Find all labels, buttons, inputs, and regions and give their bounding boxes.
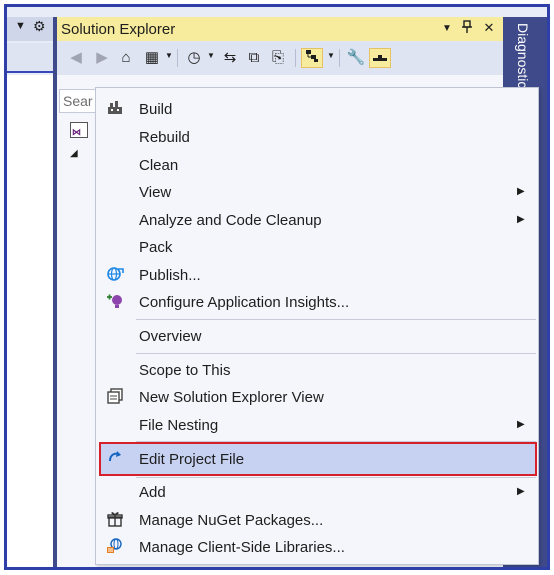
new-explorer-view-icon	[104, 387, 126, 407]
submenu-arrow-icon: ▶	[517, 214, 525, 225]
solution-icon[interactable]: ⋈	[70, 122, 88, 138]
pin-icon[interactable]	[459, 20, 475, 37]
editor-area[interactable]	[7, 75, 53, 567]
menu-item-configure-application-insights[interactable]: Configure Application Insights...	[96, 289, 538, 316]
switch-views-dropdown-icon[interactable]: ▼	[165, 51, 173, 60]
publish-globe-icon	[104, 265, 126, 285]
back-icon[interactable]: ◀	[65, 48, 87, 68]
sync-with-active-document-icon[interactable]: ⇆	[219, 48, 241, 68]
submenu-arrow-icon: ▶	[517, 419, 525, 430]
preview-selected-items-icon[interactable]	[301, 48, 323, 68]
menu-item-label: Edit Project File	[139, 451, 245, 468]
nuget-package-icon	[104, 510, 126, 530]
menu-item-analyze-and-code-cleanup[interactable]: Analyze and Code Cleanup ▶	[96, 207, 538, 234]
menu-item-overview[interactable]: Overview	[96, 323, 538, 350]
menu-item-label: Rebuild	[139, 129, 190, 146]
menu-item-label: Pack	[139, 239, 173, 256]
solution-explorer-title: Solution Explorer	[61, 21, 176, 38]
toolbar-separator	[177, 49, 178, 67]
close-icon[interactable]: ✕	[481, 20, 497, 36]
forward-icon[interactable]: ▶	[91, 48, 113, 68]
ide-window: ▼ ⚙ Solution Explorer ▼ ✕ ◀ ▶ ⌂ ▦ ▼ ◷ ▼ …	[4, 4, 550, 570]
gear-icon[interactable]: ⚙	[33, 18, 46, 35]
menu-item-pack[interactable]: Pack	[96, 234, 538, 261]
submenu-arrow-icon: ▶	[517, 486, 525, 497]
menu-item-add[interactable]: Add ▶	[96, 479, 538, 506]
menu-item-label: View	[139, 184, 172, 201]
menu-item-label: File Nesting	[139, 417, 219, 434]
solution-explorer-toolbar: ◀ ▶ ⌂ ▦ ▼ ◷ ▼ ⇆ ⧉ ⎘ ▼ 🔧	[57, 41, 503, 75]
toggle-preview-icon[interactable]	[369, 48, 391, 68]
menu-item-label: New Solution Explorer View	[139, 389, 324, 406]
menu-item-manage-client-side-libraries[interactable]: Manage Client-Side Libraries...	[96, 534, 538, 561]
menu-separator	[136, 441, 536, 442]
toolbar-separator	[339, 49, 340, 67]
left-pane-tabs[interactable]	[7, 43, 55, 73]
menu-separator	[136, 477, 536, 478]
preview-dropdown-icon[interactable]: ▼	[327, 51, 335, 60]
left-pane-header: ▼ ⚙	[7, 17, 57, 41]
menu-item-label: Configure Application Insights...	[139, 294, 350, 311]
menu-item-clean[interactable]: Clean	[96, 152, 538, 179]
show-all-files-icon[interactable]: ⎘	[267, 48, 289, 68]
menu-item-edit-project-file[interactable]: Edit Project File	[99, 442, 537, 476]
menu-item-label: Manage Client-Side Libraries...	[139, 539, 345, 556]
home-icon[interactable]: ⌂	[115, 48, 137, 68]
properties-wrench-icon[interactable]: 🔧	[345, 48, 367, 68]
expander-icon[interactable]: ◢	[70, 148, 78, 159]
menu-item-file-nesting[interactable]: File Nesting ▶	[96, 412, 538, 439]
solution-explorer-title-bar[interactable]: Solution Explorer ▼ ✕	[57, 17, 503, 41]
edit-file-arrow-icon	[104, 448, 126, 468]
menu-separator	[136, 319, 536, 320]
filter-dropdown-icon[interactable]: ▼	[207, 51, 215, 60]
menu-item-label: Add	[139, 484, 166, 501]
menu-item-label: Build	[139, 101, 173, 118]
client-libraries-icon	[104, 537, 126, 557]
menu-item-publish[interactable]: Publish...	[96, 262, 538, 289]
menu-item-new-solution-explorer-view[interactable]: New Solution Explorer View	[96, 384, 538, 411]
menu-item-label: Scope to This	[139, 362, 231, 379]
menu-item-label: Analyze and Code Cleanup	[139, 212, 322, 229]
menu-item-view[interactable]: View ▶	[96, 179, 538, 206]
menu-separator	[136, 353, 536, 354]
dropdown-arrow-icon[interactable]: ▼	[15, 20, 26, 32]
diagnostics-tab[interactable]: Diagnostic	[515, 23, 531, 88]
switch-views-icon[interactable]: ▦	[141, 48, 163, 68]
search-placeholder: Sear	[63, 93, 93, 109]
app-insights-icon	[104, 292, 126, 312]
window-position-dropdown-icon[interactable]: ▼	[439, 23, 455, 34]
menu-item-scope-to-this[interactable]: Scope to This	[96, 357, 538, 384]
menu-item-rebuild[interactable]: Rebuild	[96, 124, 538, 151]
menu-item-label: Clean	[139, 157, 179, 174]
pending-changes-filter-icon[interactable]: ◷	[183, 48, 205, 68]
submenu-arrow-icon: ▶	[517, 186, 525, 197]
collapse-all-icon[interactable]: ⧉	[243, 48, 265, 68]
menu-item-manage-nuget-packages[interactable]: Manage NuGet Packages...	[96, 507, 538, 534]
toolbar-separator	[295, 49, 296, 67]
menu-item-build[interactable]: Build	[96, 96, 538, 123]
menu-item-label: Publish...	[139, 267, 201, 284]
context-menu: Build Rebuild Clean View ▶ Analyze and C…	[95, 87, 539, 565]
menu-item-label: Manage NuGet Packages...	[139, 512, 324, 529]
menu-item-label: Overview	[139, 328, 202, 345]
build-icon	[104, 99, 126, 119]
